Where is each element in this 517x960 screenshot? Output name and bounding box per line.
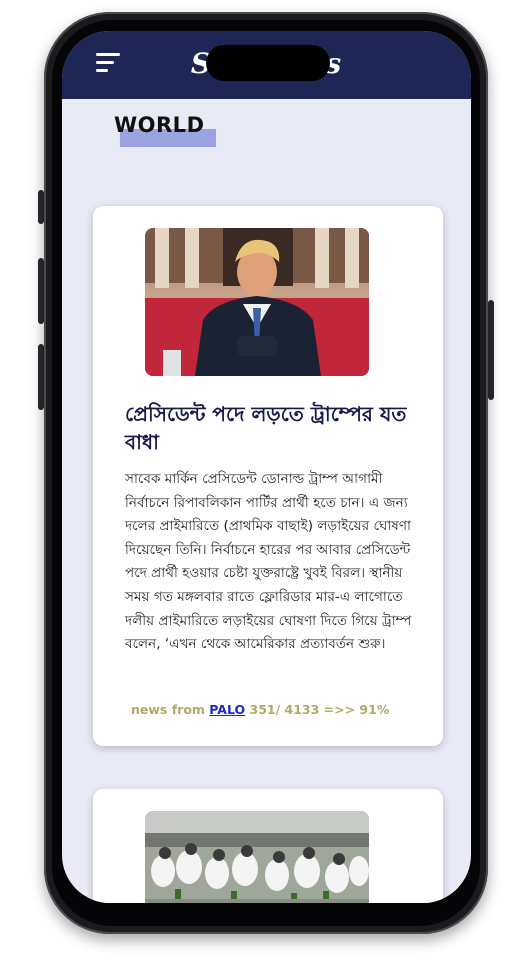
article-stats: 351/ 4133 =>> 91%: [249, 702, 390, 717]
article-meta: news from PALO 351/ 4133 =>> 91%: [131, 702, 389, 717]
news-card[interactable]: [93, 789, 443, 903]
article-body: সাবেক মার্কিন প্রেসিডেন্ট ডোনাল্ড ট্রাম্…: [125, 471, 412, 653]
phone-screen: SunNews WORLD: [62, 31, 471, 903]
news-card[interactable]: প্রেসিডেন্ট পদে লড়তে ট্রাম্পের যত বাধা …: [93, 206, 443, 746]
article-image: [145, 228, 369, 376]
dynamic-island: [206, 45, 330, 81]
source-prefix: news from: [131, 702, 205, 717]
news-feed: WORLD প্রেসিডেন্ট পদে লড়তে ট্রাম্পের যত…: [62, 99, 471, 903]
article-image: [145, 811, 369, 903]
article-headline[interactable]: প্রেসিডেন্ট পদে লড়তে ট্রাম্পের যত বাধা: [125, 400, 425, 456]
power-button: [488, 300, 494, 400]
section-title: WORLD: [114, 113, 205, 137]
source-link[interactable]: PALO: [209, 702, 245, 717]
